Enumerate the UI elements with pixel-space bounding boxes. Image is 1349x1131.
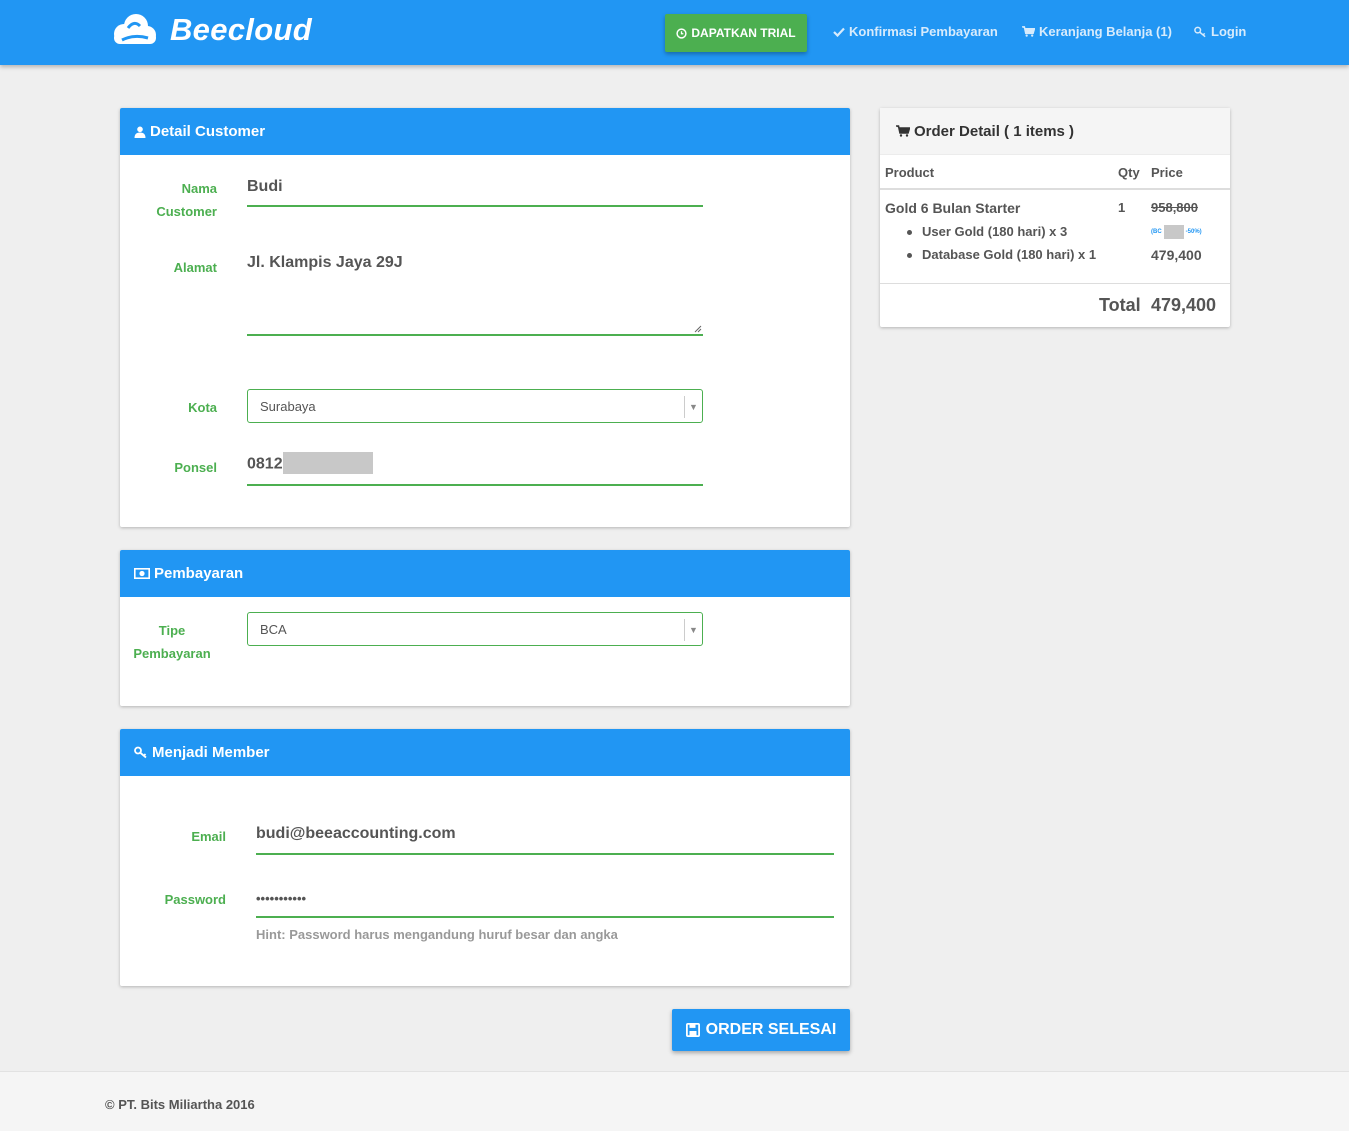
order-item-name: Gold 6 Bulan Starter: [885, 200, 1021, 216]
phone-label: Ponsel: [174, 460, 217, 475]
address-label: Alamat: [173, 260, 217, 275]
nav-login[interactable]: Login: [1194, 24, 1246, 39]
customer-card: Detail Customer Nama Customer Budi Alamat…: [120, 108, 850, 527]
order-submit-button[interactable]: ORDER SELESAI: [672, 1009, 850, 1051]
city-label: Kota: [188, 400, 217, 415]
member-card-header: Menjadi Member: [120, 729, 850, 776]
chevron-down-icon: ▼: [684, 619, 702, 641]
brand-name: Beecloud: [170, 12, 312, 47]
customer-card-header: Detail Customer: [120, 108, 850, 155]
trial-button[interactable]: DAPATKAN TRIAL: [665, 14, 807, 52]
resize-handle-icon[interactable]: [694, 325, 702, 333]
key-icon: [1194, 26, 1206, 37]
col-qty: Qty: [1118, 165, 1140, 180]
table-divider: [880, 188, 1230, 190]
cart-icon: [896, 125, 910, 137]
trial-button-label: DAPATKAN TRIAL: [691, 26, 796, 40]
email-field[interactable]: budi@beeaccounting.com: [256, 825, 834, 855]
address-textarea[interactable]: Jl. Klampis Jaya 29J: [247, 254, 703, 336]
total-divider: [880, 283, 1230, 284]
payment-type-select[interactable]: BCA ▼: [247, 612, 703, 646]
order-detail-header: Order Detail ( 1 items ): [880, 108, 1230, 155]
order-detail-card: Order Detail ( 1 items ) Product Qty Pri…: [880, 108, 1230, 327]
money-icon: [134, 568, 150, 579]
floppy-disk-icon: [685, 1023, 700, 1037]
user-icon: [134, 126, 146, 138]
cart-icon: [1022, 26, 1035, 37]
total-label: Total: [1099, 295, 1141, 315]
redacted-block: [1163, 225, 1184, 239]
list-item: Database Gold (180 hari) x 1: [907, 247, 1096, 262]
brand-logo[interactable]: Beecloud: [108, 12, 312, 48]
original-price: 958,800: [1151, 200, 1198, 215]
final-price: 479,400: [1151, 247, 1202, 263]
nav-konfirmasi-pembayaran[interactable]: Konfirmasi Pembayaran: [833, 24, 998, 39]
col-price: Price: [1151, 165, 1183, 180]
email-label: Email: [191, 829, 226, 844]
cloud-logo-icon: [114, 14, 156, 44]
password-hint: Hint: Password harus mengandung huruf be…: [256, 927, 618, 942]
navbar: Beecloud DAPATKAN TRIAL Konfirmasi Pemba…: [0, 0, 1349, 65]
col-product: Product: [885, 165, 935, 180]
nav-keranjang-belanja[interactable]: Keranjang Belanja (1): [1022, 24, 1172, 39]
total-value: 479,400: [1151, 295, 1217, 315]
check-icon: [833, 27, 845, 37]
password-label: Password: [164, 892, 226, 907]
order-item-qty: 1: [1118, 200, 1126, 215]
payment-type-label: Tipe Pembayaran: [133, 623, 211, 661]
list-item: User Gold (180 hari) x 3: [907, 224, 1067, 239]
footer: © PT. Bits Miliartha 2016: [0, 1071, 1349, 1131]
phone-field[interactable]: 0812: [247, 452, 703, 486]
name-label: Nama Customer: [156, 181, 217, 219]
redacted-block: [282, 452, 373, 474]
name-field[interactable]: Budi: [247, 178, 703, 207]
password-field[interactable]: •••••••••••: [256, 889, 834, 918]
member-card: Menjadi Member Email budi@beeaccounting.…: [120, 729, 850, 986]
discount-note: (BC -50%): [1151, 225, 1202, 239]
payment-card-header: Pembayaran: [120, 550, 850, 597]
city-select[interactable]: Surabaya ▼: [247, 389, 703, 423]
payment-card: Pembayaran Tipe Pembayaran BCA ▼: [120, 550, 850, 706]
key-icon: [134, 746, 147, 759]
clock-icon: [676, 27, 688, 39]
chevron-down-icon: ▼: [684, 396, 702, 418]
copyright-text: © PT. Bits Miliartha 2016: [105, 1097, 255, 1112]
